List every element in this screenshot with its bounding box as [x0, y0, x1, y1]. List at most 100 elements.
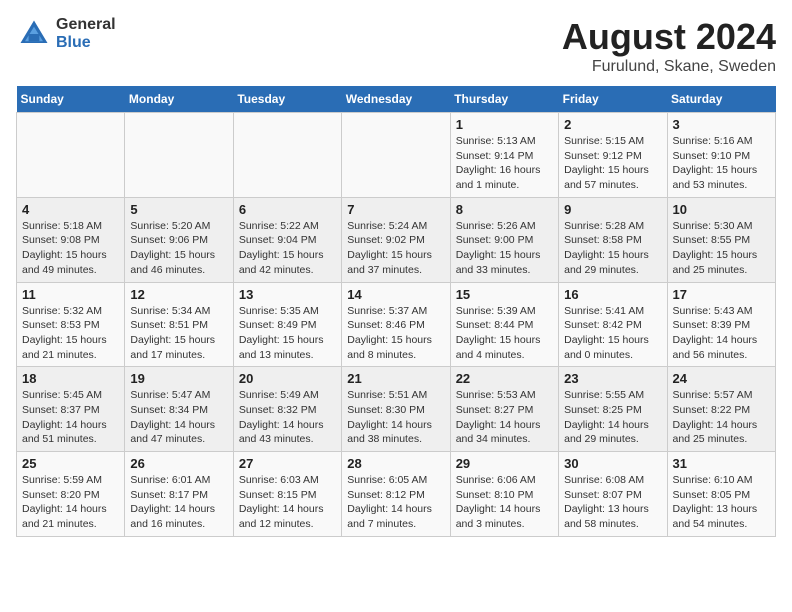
day-number: 7 [347, 202, 444, 217]
day-info: Sunrise: 5:37 AM Sunset: 8:46 PM Dayligh… [347, 304, 444, 363]
calendar-week-4: 18Sunrise: 5:45 AM Sunset: 8:37 PM Dayli… [17, 367, 776, 452]
day-number: 18 [22, 371, 119, 386]
calendar-cell: 3Sunrise: 5:16 AM Sunset: 9:10 PM Daylig… [667, 113, 775, 198]
calendar-cell [233, 113, 341, 198]
day-number: 8 [456, 202, 553, 217]
day-info: Sunrise: 6:10 AM Sunset: 8:05 PM Dayligh… [673, 473, 770, 532]
day-info: Sunrise: 6:08 AM Sunset: 8:07 PM Dayligh… [564, 473, 661, 532]
calendar-cell: 11Sunrise: 5:32 AM Sunset: 8:53 PM Dayli… [17, 282, 125, 367]
calendar-body: 1Sunrise: 5:13 AM Sunset: 9:14 PM Daylig… [17, 113, 776, 537]
subtitle: Furulund, Skane, Sweden [562, 58, 776, 76]
day-number: 23 [564, 371, 661, 386]
calendar-cell [125, 113, 233, 198]
day-info: Sunrise: 5:22 AM Sunset: 9:04 PM Dayligh… [239, 219, 336, 278]
day-info: Sunrise: 5:57 AM Sunset: 8:22 PM Dayligh… [673, 388, 770, 447]
title-block: August 2024 Furulund, Skane, Sweden [562, 16, 776, 76]
calendar-cell: 17 Sunrise: 5:43 AM Sunset: 8:39 PM Dayli… [667, 282, 775, 367]
day-number: 28 [347, 456, 444, 471]
day-info: Sunrise: 5:53 AM Sunset: 8:27 PM Dayligh… [456, 388, 553, 447]
logo-text: General Blue [56, 16, 116, 51]
day-number: 22 [456, 371, 553, 386]
calendar-cell: 30 Sunrise: 6:08 AM Sunset: 8:07 PM Dayli… [559, 452, 667, 537]
day-info: Sunrise: 5:28 AM Sunset: 8:58 PM Dayligh… [564, 219, 661, 278]
day-info: Sunrise: 5:24 AM Sunset: 9:02 PM Dayligh… [347, 219, 444, 278]
calendar-cell: 26Sunrise: 6:01 AM Sunset: 8:17 PM Dayli… [125, 452, 233, 537]
day-number: 17 [673, 287, 770, 302]
calendar-cell: 31Sunrise: 6:10 AM Sunset: 8:05 PM Dayli… [667, 452, 775, 537]
day-info: Sunrise: 5:51 AM Sunset: 8:30 PM Dayligh… [347, 388, 444, 447]
day-info: Sunrise: 5:43 AM Sunset: 8:39 PM Dayligh… [673, 304, 770, 363]
calendar-cell: 2 Sunrise: 5:15 AM Sunset: 9:12 PM Daylig… [559, 113, 667, 198]
day-info: Sunrise: 5:35 AM Sunset: 8:49 PM Dayligh… [239, 304, 336, 363]
day-info: Sunrise: 5:26 AM Sunset: 9:00 PM Dayligh… [456, 219, 553, 278]
calendar-cell: 1Sunrise: 5:13 AM Sunset: 9:14 PM Daylig… [450, 113, 558, 198]
day-info: Sunrise: 5:47 AM Sunset: 8:34 PM Dayligh… [130, 388, 227, 447]
day-number: 1 [456, 117, 553, 132]
calendar-cell: 29 Sunrise: 6:06 AM Sunset: 8:10 PM Dayli… [450, 452, 558, 537]
calendar-cell: 5 Sunrise: 5:20 AM Sunset: 9:06 PM Daylig… [125, 197, 233, 282]
calendar-cell: 22 Sunrise: 5:53 AM Sunset: 8:27 PM Dayli… [450, 367, 558, 452]
calendar-cell: 9Sunrise: 5:28 AM Sunset: 8:58 PM Daylig… [559, 197, 667, 282]
day-number: 29 [456, 456, 553, 471]
day-number: 26 [130, 456, 227, 471]
calendar-cell: 13Sunrise: 5:35 AM Sunset: 8:49 PM Dayli… [233, 282, 341, 367]
calendar-cell: 24Sunrise: 5:57 AM Sunset: 8:22 PM Dayli… [667, 367, 775, 452]
header-cell-friday: Friday [559, 86, 667, 113]
calendar-cell: 15 Sunrise: 5:39 AM Sunset: 8:44 PM Dayli… [450, 282, 558, 367]
day-number: 2 [564, 117, 661, 132]
page-header: General Blue August 2024 Furulund, Skane… [16, 16, 776, 76]
day-number: 12 [130, 287, 227, 302]
header-cell-wednesday: Wednesday [342, 86, 450, 113]
calendar-header: SundayMondayTuesdayWednesdayThursdayFrid… [17, 86, 776, 113]
calendar-cell: 8 Sunrise: 5:26 AM Sunset: 9:00 PM Daylig… [450, 197, 558, 282]
day-number: 6 [239, 202, 336, 217]
day-number: 14 [347, 287, 444, 302]
logo-icon [16, 16, 52, 52]
day-info: Sunrise: 5:34 AM Sunset: 8:51 PM Dayligh… [130, 304, 227, 363]
calendar-week-2: 4Sunrise: 5:18 AM Sunset: 9:08 PM Daylig… [17, 197, 776, 282]
day-info: Sunrise: 5:41 AM Sunset: 8:42 PM Dayligh… [564, 304, 661, 363]
day-number: 25 [22, 456, 119, 471]
calendar-cell [17, 113, 125, 198]
logo: General Blue [16, 16, 116, 52]
day-info: Sunrise: 5:49 AM Sunset: 8:32 PM Dayligh… [239, 388, 336, 447]
header-cell-thursday: Thursday [450, 86, 558, 113]
calendar-cell: 6 Sunrise: 5:22 AM Sunset: 9:04 PM Daylig… [233, 197, 341, 282]
day-info: Sunrise: 5:18 AM Sunset: 9:08 PM Dayligh… [22, 219, 119, 278]
day-info: Sunrise: 6:06 AM Sunset: 8:10 PM Dayligh… [456, 473, 553, 532]
calendar-cell: 16 Sunrise: 5:41 AM Sunset: 8:42 PM Dayli… [559, 282, 667, 367]
calendar-cell: 25 Sunrise: 5:59 AM Sunset: 8:20 PM Dayli… [17, 452, 125, 537]
calendar-cell: 18Sunrise: 5:45 AM Sunset: 8:37 PM Dayli… [17, 367, 125, 452]
calendar-cell: 23 Sunrise: 5:55 AM Sunset: 8:25 PM Dayli… [559, 367, 667, 452]
day-info: Sunrise: 5:39 AM Sunset: 8:44 PM Dayligh… [456, 304, 553, 363]
day-info: Sunrise: 5:55 AM Sunset: 8:25 PM Dayligh… [564, 388, 661, 447]
day-number: 15 [456, 287, 553, 302]
calendar-cell [342, 113, 450, 198]
header-cell-saturday: Saturday [667, 86, 775, 113]
calendar-week-1: 1Sunrise: 5:13 AM Sunset: 9:14 PM Daylig… [17, 113, 776, 198]
day-number: 10 [673, 202, 770, 217]
main-title: August 2024 [562, 16, 776, 58]
day-number: 11 [22, 287, 119, 302]
logo-general: General [56, 16, 116, 34]
calendar-cell: 12 Sunrise: 5:34 AM Sunset: 8:51 PM Dayli… [125, 282, 233, 367]
day-number: 5 [130, 202, 227, 217]
day-info: Sunrise: 5:20 AM Sunset: 9:06 PM Dayligh… [130, 219, 227, 278]
calendar-week-5: 25 Sunrise: 5:59 AM Sunset: 8:20 PM Dayli… [17, 452, 776, 537]
day-number: 16 [564, 287, 661, 302]
header-cell-monday: Monday [125, 86, 233, 113]
calendar-cell: 19Sunrise: 5:47 AM Sunset: 8:34 PM Dayli… [125, 367, 233, 452]
day-number: 30 [564, 456, 661, 471]
logo-blue: Blue [56, 34, 116, 52]
day-info: Sunrise: 5:59 AM Sunset: 8:20 PM Dayligh… [22, 473, 119, 532]
calendar-cell: 21 Sunrise: 5:51 AM Sunset: 8:30 PM Dayli… [342, 367, 450, 452]
header-row: SundayMondayTuesdayWednesdayThursdayFrid… [17, 86, 776, 113]
calendar-cell: 28Sunrise: 6:05 AM Sunset: 8:12 PM Dayli… [342, 452, 450, 537]
day-info: Sunrise: 5:30 AM Sunset: 8:55 PM Dayligh… [673, 219, 770, 278]
day-number: 3 [673, 117, 770, 132]
calendar-cell: 14 Sunrise: 5:37 AM Sunset: 8:46 PM Dayli… [342, 282, 450, 367]
calendar-week-3: 11Sunrise: 5:32 AM Sunset: 8:53 PM Dayli… [17, 282, 776, 367]
day-info: Sunrise: 5:15 AM Sunset: 9:12 PM Dayligh… [564, 134, 661, 193]
day-number: 21 [347, 371, 444, 386]
header-cell-sunday: Sunday [17, 86, 125, 113]
